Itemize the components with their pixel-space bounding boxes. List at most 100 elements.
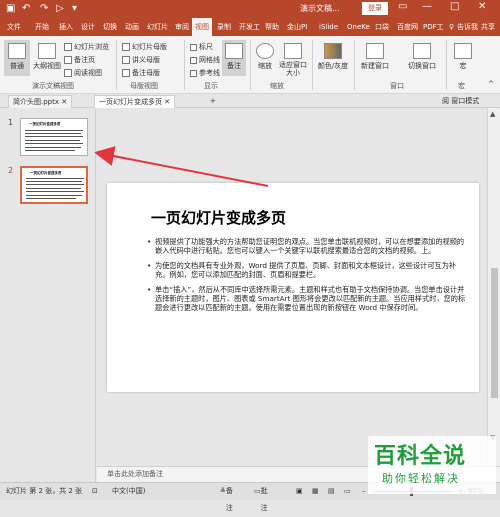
thumbnail-text-line	[26, 178, 84, 179]
slide-master-icon	[122, 43, 130, 51]
normal-view-label: 普通	[10, 62, 24, 70]
notes-page-button[interactable]: 备注页	[64, 55, 95, 65]
close-button[interactable]: ✕	[478, 1, 486, 12]
bullet-paragraph[interactable]: 单击“插入”，然后从不同库中选择所需元素。主题和样式也有助于文档保持协调。当您单…	[147, 285, 467, 312]
zoom-button[interactable]: 缩放	[254, 40, 276, 76]
slide-sorter-status-icon[interactable]: ▦	[312, 483, 319, 500]
bullet-paragraph[interactable]: 视频提供了功能强大的方法帮助您证明您的观点。当您单击联机视频时，可以在想要添加的…	[147, 237, 467, 255]
handout-master-icon	[122, 56, 130, 64]
zoom-out-icon[interactable]: –	[362, 483, 366, 500]
group-master-views: 母版视图	[130, 82, 158, 90]
tab-baidu[interactable]: 百度网	[394, 18, 421, 36]
window-mode-button[interactable]: 阅 窗口模式	[438, 95, 483, 108]
group-presentation-views: 演示文稿视图	[32, 82, 74, 90]
scrollbar-thumb[interactable]	[491, 268, 498, 398]
tab-slideshow[interactable]: 幻灯片	[144, 18, 171, 36]
slide-title[interactable]: 一页幻灯片变成多页	[151, 207, 286, 228]
tab-insert[interactable]: 插入	[56, 18, 76, 36]
tab-view[interactable]: 视图	[192, 18, 212, 36]
slide-editor[interactable]: 一页幻灯片变成多页 视频提供了功能强大的方法帮助您证明您的观点。当您单击联机视频…	[97, 108, 487, 466]
ribbon-divider	[184, 40, 185, 90]
tab-animations[interactable]: 动画	[122, 18, 142, 36]
collapse-ribbon-icon[interactable]: ^	[488, 80, 494, 88]
ribbon-divider	[116, 40, 117, 90]
tab-file[interactable]: 文件	[4, 18, 24, 36]
new-window-button[interactable]: 新建窗口	[358, 40, 392, 76]
handout-master-button[interactable]: 讲义母版	[122, 55, 160, 65]
new-window-icon	[366, 43, 384, 59]
slideshow-status-icon[interactable]: ▭	[344, 483, 351, 500]
scroll-up-icon[interactable]: ▲	[490, 110, 495, 118]
thumbnail-text-line	[26, 181, 82, 182]
slide-thumbnail-panel[interactable]: 1 一页幻灯片变成多页 2 一页幻灯片变成多页	[0, 108, 96, 482]
tell-me-search[interactable]: 告诉我	[454, 18, 481, 36]
tab-onekey[interactable]: OneKe	[344, 18, 373, 36]
accessibility-icon[interactable]: ⊡	[92, 483, 98, 500]
redo-icon[interactable]: ↷	[40, 2, 48, 16]
tab-developer[interactable]: 开发工	[236, 18, 263, 36]
tab-record[interactable]: 录制	[214, 18, 234, 36]
login-button[interactable]: 登录	[362, 2, 388, 15]
undo-icon[interactable]: ↶	[22, 2, 30, 16]
reading-view-button[interactable]: 阅读视图	[64, 68, 102, 78]
tab-transitions[interactable]: 切换	[100, 18, 120, 36]
guides-checkbox[interactable]: 参考线	[190, 68, 220, 78]
notes-page-icon	[64, 56, 72, 64]
slide-master-button[interactable]: 幻灯片母版	[122, 42, 167, 52]
tab-home[interactable]: 开始	[32, 18, 52, 36]
macros-button[interactable]: 宏	[452, 40, 474, 76]
slide-body[interactable]: 视频提供了功能强大的方法帮助您证明您的观点。当您单击联机视频时，可以在想要添加的…	[147, 237, 467, 318]
ribbon-divider	[250, 40, 251, 90]
thumbnail-text-line	[25, 143, 83, 144]
quick-access-dropdown-icon[interactable]: ▾	[72, 2, 77, 16]
reading-view-status-icon[interactable]: ▤	[328, 483, 335, 500]
switch-window-icon	[413, 43, 431, 59]
color-grayscale-button[interactable]: 颜色/灰度	[316, 40, 350, 76]
notes-status-button[interactable]: ≜ 备注	[220, 483, 233, 512]
autosave-icon[interactable]: ▣	[6, 2, 15, 16]
outline-view-button[interactable]: 大纲视图	[32, 40, 62, 76]
slide-sorter-button[interactable]: 幻灯片浏览	[64, 42, 109, 52]
doc-tab-intro-label: 简介头图.pptx	[13, 98, 59, 106]
color-grayscale-icon	[324, 43, 342, 59]
new-tab-button[interactable]: +	[206, 95, 220, 108]
switch-window-button[interactable]: 切换窗口	[404, 40, 440, 76]
slide-thumbnail-2[interactable]: 一页幻灯片变成多页	[20, 166, 88, 204]
notes-master-label: 备注母版	[132, 69, 160, 77]
tab-jinshan[interactable]: 金山PI	[284, 18, 310, 36]
tab-review[interactable]: 审阅	[172, 18, 192, 36]
ruler-checkbox[interactable]: 标尺	[190, 42, 213, 52]
slide-sorter-label: 幻灯片浏览	[74, 43, 109, 51]
comments-status-button[interactable]: ▭ 批注	[254, 483, 268, 512]
slide-thumbnail-1[interactable]: 一页幻灯片变成多页	[20, 118, 88, 156]
language-indicator[interactable]: 中文(中国)	[112, 483, 145, 500]
present-icon[interactable]: ▷	[56, 2, 64, 16]
handout-master-label: 讲义母版	[132, 56, 160, 64]
gridlines-checkbox[interactable]: 网格线	[190, 55, 220, 65]
tab-help[interactable]: 帮助	[262, 18, 282, 36]
normal-view-status-icon[interactable]: ▣	[296, 483, 303, 500]
doc-tab-intro[interactable]: 简介头图.pptx ✕	[8, 95, 73, 108]
normal-view-button[interactable]: 普通	[4, 40, 30, 76]
tab-pocket[interactable]: 口袋	[372, 18, 392, 36]
bullet-paragraph[interactable]: 为使您的文档具有专业外观，Word 提供了页眉、页脚、封面和文本框设计，这些设计…	[147, 261, 467, 279]
notes-toggle-button[interactable]: 备注	[222, 40, 246, 76]
thumbnail-title: 一页幻灯片变成多页	[30, 171, 62, 175]
thumbnail-text-line	[25, 133, 81, 134]
tab-pdf[interactable]: PDF工	[420, 18, 447, 36]
tab-islide[interactable]: iSlide	[316, 18, 341, 36]
tab-design[interactable]: 设计	[78, 18, 98, 36]
current-slide[interactable]: 一页幻灯片变成多页 视频提供了功能强大的方法帮助您证明您的观点。当您单击联机视频…	[107, 183, 479, 392]
maximize-button[interactable]: □	[450, 1, 459, 12]
group-macros: 宏	[458, 82, 465, 90]
slide-counter: 幻灯片 第 2 张，共 2 张	[6, 487, 83, 495]
minimize-button[interactable]: —	[422, 1, 432, 12]
vertical-scrollbar[interactable]: ▲ ▼	[487, 108, 500, 466]
guides-label: 参考线	[199, 69, 220, 77]
ribbon-display-icon[interactable]: ▭	[398, 1, 407, 12]
fit-to-window-button[interactable]: 适应窗口大小	[278, 40, 308, 77]
share-button[interactable]: 共享	[478, 18, 498, 36]
menu-bar: 文件 开始 插入 设计 切换 动画 幻灯片 审阅 视图 录制 开发工 帮助 金山…	[0, 18, 500, 36]
notes-master-button[interactable]: 备注母版	[122, 68, 160, 78]
doc-tab-current[interactable]: 一页幻灯片变成多页 ✕	[94, 95, 176, 108]
